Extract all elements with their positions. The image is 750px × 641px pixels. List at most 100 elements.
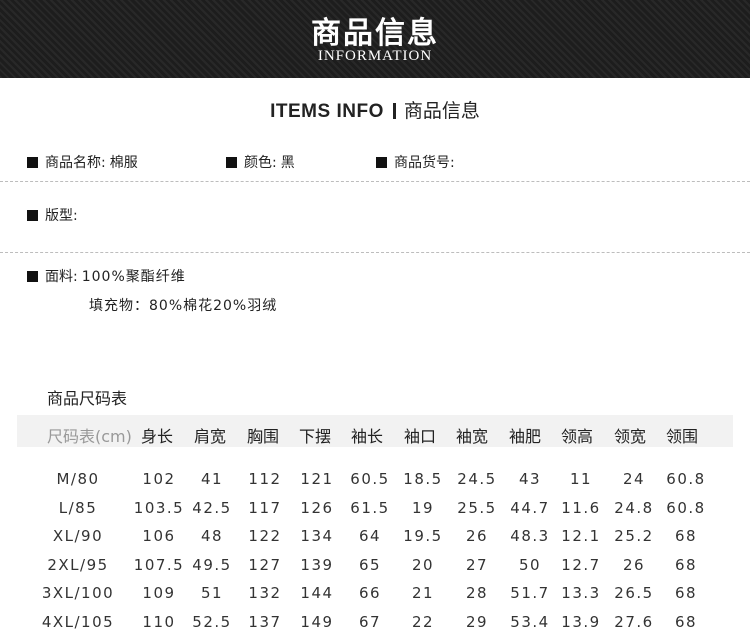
header-cell: 袖宽: [456, 427, 489, 446]
table-cell: 117: [248, 499, 282, 517]
table-cell: 19: [411, 499, 435, 517]
table-cell: 126: [300, 499, 334, 517]
size-cell: L/85: [58, 499, 98, 517]
header-cell: 袖口: [404, 427, 437, 446]
section-heading: ITEMS INFO 商品信息: [0, 96, 750, 123]
table-cell: 27.6: [614, 613, 654, 631]
size-cell: 4XL/105: [41, 613, 115, 631]
table-cell: 19.5: [403, 527, 443, 545]
table-cell: 11: [569, 470, 593, 488]
table-cell: 103.5: [133, 499, 185, 517]
size-cell: M/80: [56, 470, 100, 488]
info-color: 颜色: 黑: [226, 152, 295, 172]
color-value: 黑: [280, 155, 295, 171]
table-cell: 21: [411, 584, 435, 602]
table-cell: 102: [142, 470, 176, 488]
table-cell: 122: [248, 527, 282, 545]
dashed-divider: [0, 181, 750, 182]
table-cell: 144: [300, 584, 334, 602]
bullet-square-icon: [27, 157, 38, 168]
table-cell: 20: [411, 556, 435, 574]
table-cell: 107.5: [133, 556, 185, 574]
table-cell: 13.3: [561, 584, 601, 602]
bullet-square-icon: [226, 157, 237, 168]
table-cell: 53.4: [510, 613, 550, 631]
table-cell: 65: [358, 556, 382, 574]
table-cell: 132: [248, 584, 282, 602]
bullet-square-icon: [27, 271, 38, 282]
table-cell: 25.2: [614, 527, 654, 545]
product-name-label: 商品名称:: [45, 155, 106, 171]
color-label: 颜色:: [244, 155, 277, 171]
fabric-label: 面料:: [45, 269, 78, 285]
header-cell: 袖长: [351, 427, 384, 446]
fit-label: 版型:: [45, 208, 78, 224]
table-cell: 27: [465, 556, 489, 574]
banner-title: 商品信息: [311, 16, 439, 51]
table-cell: 12.7: [561, 556, 601, 574]
table-cell: 48: [200, 527, 224, 545]
table-cell: 13.9: [561, 613, 601, 631]
info-fit: 版型:: [27, 205, 78, 225]
table-cell: 25.5: [457, 499, 497, 517]
table-cell: 60.5: [350, 470, 390, 488]
table-cell: 51: [200, 584, 224, 602]
table-cell: 48.3: [510, 527, 550, 545]
bullet-square-icon: [376, 157, 387, 168]
table-cell: 24.5: [457, 470, 497, 488]
section-title-en: ITEMS INFO: [270, 101, 384, 122]
table-cell: 28: [465, 584, 489, 602]
table-cell: 110: [142, 613, 176, 631]
table-cell: 139: [300, 556, 334, 574]
header-cell: 尺码表(cm): [47, 427, 132, 446]
section-title-cn: 商品信息: [403, 100, 480, 122]
size-cell: 3XL/100: [41, 584, 115, 602]
table-cell: 106: [142, 527, 176, 545]
fabric-value: 100%聚酯纤维: [81, 269, 186, 285]
heading-separator: [392, 103, 396, 119]
sku-label: 商品货号:: [394, 155, 455, 171]
header-cell: 身长: [141, 427, 174, 446]
table-cell: 18.5: [403, 470, 443, 488]
table-cell: 60.8: [666, 470, 706, 488]
table-cell: 11.6: [561, 499, 601, 517]
table-cell: 68: [674, 527, 698, 545]
table-cell: 49.5: [192, 556, 232, 574]
table-cell: 24: [622, 470, 646, 488]
bullet-square-icon: [27, 210, 38, 221]
table-cell: 12.1: [561, 527, 601, 545]
header-cell: 肩宽: [194, 427, 227, 446]
table-cell: 61.5: [350, 499, 390, 517]
table-cell: 112: [248, 470, 282, 488]
table-cell: 26: [622, 556, 646, 574]
table-cell: 68: [674, 556, 698, 574]
header-cell: 领高: [561, 427, 594, 446]
table-cell: 42.5: [192, 499, 232, 517]
table-cell: 43: [518, 470, 542, 488]
size-table-title: 商品尺码表: [47, 389, 128, 408]
table-cell: 41: [200, 470, 224, 488]
table-cell: 68: [674, 584, 698, 602]
table-cell: 22: [411, 613, 435, 631]
table-cell: 24.8: [614, 499, 654, 517]
header-cell: 胸围: [247, 427, 280, 446]
table-cell: 26: [465, 527, 489, 545]
table-cell: 60.8: [666, 499, 706, 517]
header-cell: 领围: [666, 427, 699, 446]
table-cell: 67: [358, 613, 382, 631]
size-cell: XL/90: [52, 527, 104, 545]
banner-subtitle: INFORMATION: [317, 48, 433, 64]
table-cell: 26.5: [614, 584, 654, 602]
table-cell: 121: [300, 470, 334, 488]
table-cell: 109: [142, 584, 176, 602]
info-product-name: 商品名称: 棉服: [27, 152, 138, 172]
table-cell: 51.7: [510, 584, 550, 602]
table-cell: 127: [248, 556, 282, 574]
header-cell: 袖肥: [509, 427, 542, 446]
info-fabric: 面料: 100%聚酯纤维: [27, 266, 186, 286]
table-cell: 137: [248, 613, 282, 631]
table-cell: 66: [358, 584, 382, 602]
size-cell: 2XL/95: [47, 556, 109, 574]
table-cell: 44.7: [510, 499, 550, 517]
table-cell: 149: [300, 613, 334, 631]
